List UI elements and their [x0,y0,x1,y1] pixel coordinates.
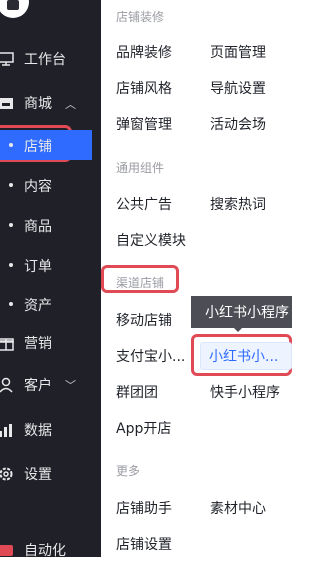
tooltip-arrow [232,326,244,332]
section-title: 店铺装修 [116,10,165,24]
gear-icon [0,466,14,482]
monitor-icon [0,51,14,67]
section-title: 渠道店铺 [116,276,165,290]
sidebar-item-label: 设置 [24,467,52,483]
section-title: 更多 [116,464,141,478]
sidebar-subitem-shop[interactable]: 店铺 [0,130,92,160]
sidebar-subitem-label: 资产 [24,298,52,314]
menu-link-public-ads[interactable]: 公共广告 [116,194,172,214]
sidebar-item-label: 工作台 [24,52,66,68]
menu-link-app-shop[interactable]: App开店 [116,418,171,438]
sidebar-item-label: 数据 [24,423,52,439]
chevron-up-icon[interactable]: ︿ [65,96,76,112]
menu-link-xiaohongshu-mini[interactable]: 小红书小... [209,346,278,366]
chevron-down-icon[interactable]: ﹀ [65,377,76,393]
sidebar-subitem-products[interactable]: 商品 [0,210,101,240]
bullet-icon [9,143,13,147]
menu-link-popup-management[interactable]: 弹窗管理 [116,114,172,134]
menu-link-shop-assistant[interactable]: 店铺助手 [116,498,172,518]
sidebar-item-label: 自动化 [24,543,66,559]
bullet-icon [9,183,13,187]
menu-link-alipay-mini[interactable]: 支付宝小... [116,346,185,366]
sidebar-item-label: 商城 [24,96,52,112]
sidebar-subitem-assets[interactable]: 资产 [0,289,101,319]
gift-icon [0,335,14,351]
automation-icon [0,542,14,558]
sidebar-subitem-label: 商品 [24,219,52,235]
store-icon [0,95,14,111]
menu-link-activity-venue[interactable]: 活动会场 [210,114,266,134]
tooltip: 小红书小程序 [191,296,292,328]
sidebar-subitem-label: 内容 [24,179,52,195]
bar-chart-icon [0,422,14,438]
menu-link-group-buying[interactable]: 群团团 [116,382,158,402]
sidebar-subitem-label: 店铺 [24,139,52,155]
menu-link-custom-module[interactable]: 自定义模块 [116,230,186,250]
menu-link-material-center[interactable]: 素材中心 [210,498,266,518]
menu-link-navigation-settings[interactable]: 导航设置 [210,78,266,98]
menu-link-shop-style[interactable]: 店铺风格 [116,78,172,98]
menu-link-search-hotwords[interactable]: 搜索热词 [210,194,266,214]
sidebar: 工作台 商城 ︿ 店铺 内容 商品 订单 资产 营销 客户 ﹀ 数据 设置 自动… [0,0,101,559]
section-title: 通用组件 [116,161,165,175]
sidebar-subitem-content[interactable]: 内容 [0,170,101,200]
bullet-icon [9,223,13,227]
menu-link-mobile-shop[interactable]: 移动店铺 [116,310,172,330]
menu-link-kuaishou-mini[interactable]: 快手小程序 [210,382,280,402]
user-icon [0,377,14,393]
menu-link-shop-settings[interactable]: 店铺设置 [116,534,172,554]
sidebar-item-label: 营销 [24,336,52,352]
menu-link-page-management[interactable]: 页面管理 [210,42,266,62]
sidebar-subitem-label: 订单 [24,259,52,275]
menu-link-brand-decoration[interactable]: 品牌装修 [116,42,172,62]
sidebar-item-label: 客户 [24,378,52,394]
bullet-icon [9,302,13,306]
sidebar-subitem-orders[interactable]: 订单 [0,250,101,280]
store-icon [7,0,19,10]
shop-logo[interactable] [0,0,29,18]
bullet-icon [9,263,13,267]
